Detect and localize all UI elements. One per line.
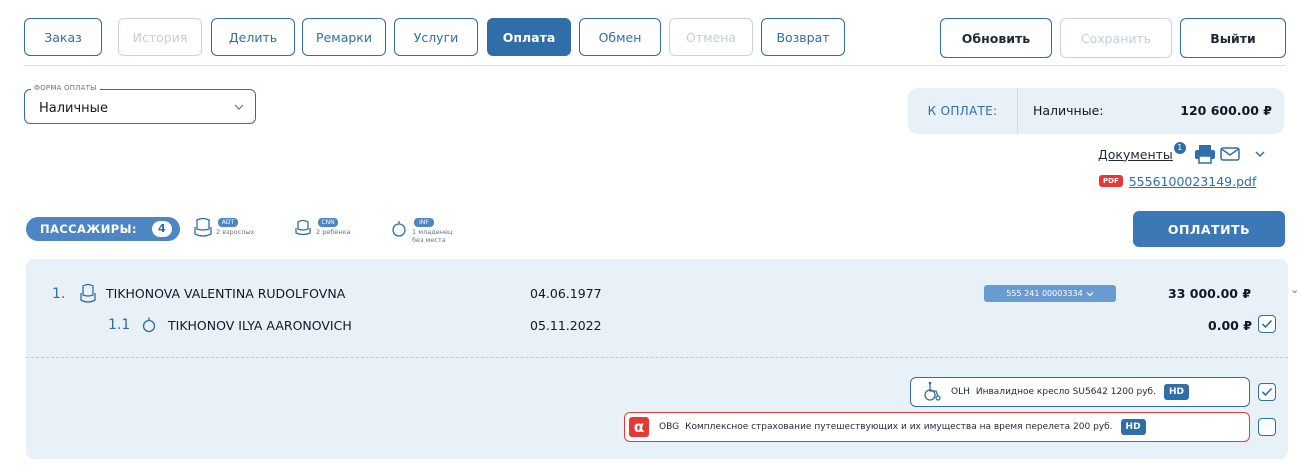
passengers-count-badge: 4: [152, 221, 172, 237]
tab-cancel[interactable]: Отмена: [669, 18, 753, 56]
save-button[interactable]: Сохранить: [1060, 18, 1172, 58]
exit-button[interactable]: Выйти: [1180, 18, 1286, 58]
service-item[interactable]: OLH Инвалидное кресло SU5642 1200 руб. H…: [910, 377, 1250, 407]
service-checkbox[interactable]: [1258, 418, 1276, 436]
passenger-type-child: CNN 2 ребенка: [292, 217, 382, 253]
passenger-amount: 0.00 ₽: [1208, 318, 1252, 333]
print-icon[interactable]: [1194, 144, 1216, 164]
pdf-document-row: PDF 5556100023149.pdf: [1099, 172, 1256, 190]
child-seat-icon: [295, 219, 311, 236]
service-badge: HD: [1163, 384, 1189, 400]
service-text: Инвалидное кресло SU5642 1200 руб.: [975, 387, 1156, 397]
documents-link[interactable]: Документы: [1098, 147, 1173, 162]
payment-form-select[interactable]: ФОРМА ОПЛАТЫ Наличные: [24, 84, 256, 124]
tab-order[interactable]: Заказ: [24, 18, 102, 56]
to-pay-summary: К ОПЛАТЕ: Наличные: 120 600.00 ₽: [908, 88, 1284, 134]
to-pay-label: К ОПЛАТЕ:: [908, 88, 1018, 134]
chevron-down-icon: [234, 104, 244, 110]
tab-history[interactable]: История: [118, 18, 202, 56]
chevron-down-icon: [1086, 291, 1094, 296]
tab-payment[interactable]: Оплата: [487, 18, 571, 56]
child-type-tag: CNN: [318, 218, 338, 227]
adult-seat-icon: [80, 283, 96, 303]
service-item[interactable]: α OBG Комплексное страхование путешеству…: [624, 412, 1250, 442]
refresh-button[interactable]: Обновить: [940, 18, 1052, 58]
infant-type-tag: INF: [414, 218, 434, 227]
payment-form-legend: ФОРМА ОПЛАТЫ: [31, 84, 100, 92]
checkmark-icon: [1261, 319, 1273, 329]
to-pay-method: Наличные:: [1033, 103, 1104, 118]
chevron-down-icon[interactable]: [1254, 148, 1266, 160]
passenger-checkbox[interactable]: [1258, 315, 1276, 333]
service-badge: HD: [1120, 419, 1146, 435]
infant-icon: [142, 317, 156, 333]
tab-refund[interactable]: Возврат: [761, 18, 845, 56]
tab-services[interactable]: Услуги: [394, 18, 478, 56]
passenger-amount: 33 000.00 ₽: [1168, 286, 1252, 301]
infant-type-desc: 1 младенец без места: [412, 228, 453, 244]
panel-divider: [26, 357, 1288, 358]
chevron-down-icon[interactable]: ⌄: [1290, 283, 1299, 296]
mail-icon[interactable]: [1220, 146, 1240, 162]
documents-count-badge: 1: [1173, 142, 1186, 154]
passenger-number: 1.1: [108, 317, 131, 333]
tab-exchange[interactable]: Обмен: [579, 18, 661, 56]
passenger-type-infant: INF 1 младенец без места: [388, 217, 488, 253]
service-text: Комплексное страхование путешествующих и…: [685, 422, 1113, 432]
tab-remarks[interactable]: Ремарки: [302, 18, 386, 56]
top-toolbar: Заказ История Делить Ремарки Услуги Опла…: [0, 0, 1300, 62]
passenger-type-adult: ADT 2 взрослых: [192, 217, 282, 253]
documents-row: Документы 1: [1098, 140, 1266, 168]
passenger-number: 1.: [52, 286, 66, 302]
service-checkbox[interactable]: [1258, 383, 1276, 401]
pdf-icon: PDF: [1099, 175, 1123, 187]
ticket-number-dropdown[interactable]: 555 241 00003334: [984, 285, 1116, 302]
service-code: OLH: [951, 387, 970, 397]
adult-type-desc: 2 взрослых: [216, 228, 255, 236]
passenger-dob: 05.11.2022: [530, 318, 602, 333]
infant-icon: [392, 221, 406, 237]
passengers-count-pill[interactable]: ПАССАЖИРЫ: 4: [26, 217, 180, 241]
passenger-name: TIKHONOVA VALENTINA RUDOLFOVNA: [106, 286, 346, 301]
to-pay-amount: 120 600.00 ₽: [1180, 103, 1272, 118]
wheelchair-icon: [924, 381, 941, 401]
adult-seat-icon: [194, 217, 212, 237]
checkmark-icon: [1261, 387, 1273, 397]
pdf-file-link[interactable]: 5556100023149.pdf: [1129, 174, 1257, 189]
alfa-logo-icon: α: [629, 417, 649, 437]
child-type-desc: 2 ребенка: [316, 228, 351, 236]
pay-button[interactable]: ОПЛАТИТЬ: [1133, 211, 1285, 247]
passengers-label: ПАССАЖИРЫ:: [40, 222, 137, 236]
adult-type-tag: ADT: [218, 218, 238, 227]
tab-split[interactable]: Делить: [211, 18, 295, 56]
header-divider: [24, 65, 1286, 66]
payment-form-value: Наличные: [39, 101, 108, 116]
passenger-name: TIKHONOV ILYA AARONOVICH: [168, 318, 352, 333]
passenger-dob: 04.06.1977: [530, 286, 602, 301]
service-code: OBG: [659, 422, 680, 432]
